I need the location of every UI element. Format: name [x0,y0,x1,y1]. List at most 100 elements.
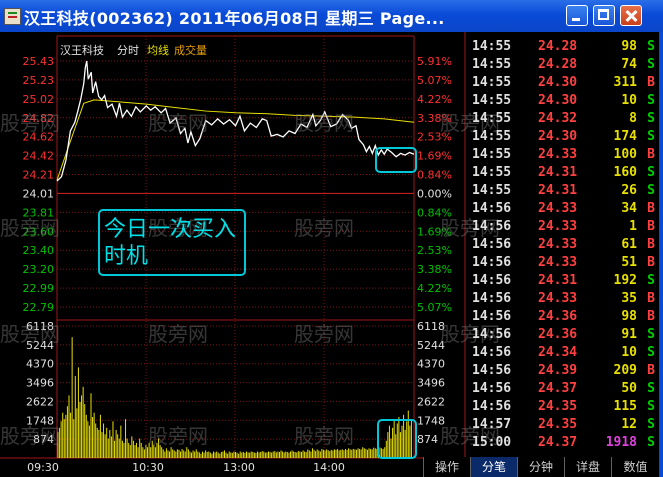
pct-tick-label: 5.07% [417,74,452,87]
tick-time: 14:55 [472,75,512,90]
tick-row[interactable]: 15:00 24.37 1918 S [466,434,659,452]
tick-side: S [647,129,655,144]
watermark-text: 股旁网 [294,424,354,448]
tick-row[interactable]: 14:56 24.39 209 B [466,362,659,380]
tick-vol: 160 [613,165,637,180]
tick-side: S [647,345,655,360]
tick-row[interactable]: 14:55 24.30 174 S [466,128,659,146]
price-tick-label: 22.79 [23,301,55,314]
price-tick-label: 23.40 [23,244,55,257]
tick-side: S [647,327,655,342]
tab-2[interactable]: 分钟 [517,457,564,477]
tick-row[interactable]: 14:55 24.28 98 S [466,38,659,56]
tick-vol: 61 [621,237,637,252]
tick-time: 14:55 [472,57,512,72]
tick-row[interactable]: 14:56 24.36 98 B [466,308,659,326]
volume-tick-label-right: 3496 [417,377,445,390]
tick-price: 24.30 [538,75,578,90]
tab-0[interactable]: 操作 [423,457,470,477]
tick-time: 14:56 [472,309,512,324]
tick-vol: 74 [621,57,637,72]
tick-vol: 10 [621,345,637,360]
tick-row[interactable]: 14:55 24.31 26 S [466,182,659,200]
tick-price: 24.33 [538,291,578,306]
tab-1[interactable]: 分笔 [470,457,517,477]
tick-row[interactable]: 14:56 24.34 10 S [466,344,659,362]
tick-side: B [647,75,655,90]
watermark-text: 股旁网 [294,216,354,240]
tick-vol: 192 [613,273,637,288]
tick-time: 14:55 [472,93,512,108]
price-tick-label: 25.02 [23,93,55,106]
maximize-icon[interactable] [593,5,615,26]
tick-row[interactable]: 14:55 24.30 10 S [466,92,659,110]
tick-row[interactable]: 14:56 24.35 115 S [466,398,659,416]
volume-tick-label-right: 2622 [417,395,445,408]
tick-vol: 1918 [605,435,637,450]
tick-vol: 34 [621,201,637,216]
tick-row[interactable]: 14:56 24.33 1 B [466,218,659,236]
tick-side: B [647,363,655,378]
tick-row[interactable]: 14:55 24.32 8 S [466,110,659,128]
tick-price: 24.36 [538,327,578,342]
tick-row[interactable]: 14:56 24.33 35 B [466,290,659,308]
legend-stock-name: 汉王科技 [60,43,104,57]
legend-volume: 成交量 [174,43,207,57]
tick-row[interactable]: 14:55 24.28 74 S [466,56,659,74]
tick-row[interactable]: 14:56 24.33 34 B [466,200,659,218]
tick-row[interactable]: 14:55 24.31 160 S [466,164,659,182]
minimize-icon[interactable] [566,5,588,26]
tick-vol: 91 [621,327,637,342]
watermark-text: 股旁网 [0,111,60,135]
tick-vol: 26 [621,183,637,198]
pct-tick-label: 3.38% [417,263,452,276]
tab-3[interactable]: 详盘 [564,457,611,477]
close-icon[interactable] [620,5,642,26]
tick-side: B [647,255,655,270]
pct-tick-label: 1.69% [417,150,452,163]
tab-4[interactable]: 数值 [611,457,659,477]
tick-price: 24.33 [538,237,578,252]
tick-price: 24.39 [538,363,578,378]
tick-list[interactable]: 14:55 24.28 98 S 14:55 24.28 74 S 14:55 24.30 311 B… [466,38,659,452]
tick-time: 14:55 [472,147,512,162]
tick-row[interactable]: 14:56 24.33 51 B [466,254,659,272]
tick-row[interactable]: 14:57 24.35 12 S [466,416,659,434]
tick-row[interactable]: 14:56 24.33 61 B [466,236,659,254]
tick-price: 24.31 [538,273,578,288]
tick-price: 24.34 [538,345,578,360]
tick-vol: 50 [621,381,637,396]
tick-time: 14:56 [472,381,512,396]
time-tick-label: 14:00 [313,461,345,474]
tick-side: B [647,309,655,324]
tick-vol: 10 [621,93,637,108]
tick-side: B [647,219,655,234]
tick-side: S [647,273,655,288]
price-tick-label: 24.01 [23,187,55,200]
tick-price: 24.35 [538,417,578,432]
watermark-text: 股旁网 [0,216,60,240]
tick-row[interactable]: 14:55 24.33 100 B [466,146,659,164]
pct-tick-label: 4.22% [417,282,452,295]
tick-row[interactable]: 14:56 24.37 50 S [466,380,659,398]
tick-vol: 12 [621,417,637,432]
tick-price: 24.33 [538,219,578,234]
watermark-text: 股旁网 [148,322,208,346]
tick-row[interactable]: 14:56 24.31 192 S [466,272,659,290]
tick-vol: 1 [629,219,637,234]
tick-row[interactable]: 14:55 24.30 311 B [466,74,659,92]
tick-side: B [647,147,655,162]
tick-price: 24.33 [538,255,578,270]
tick-vol: 115 [613,399,637,414]
tick-time: 14:56 [472,345,512,360]
tick-side: S [647,435,655,450]
watermark-text: 股旁网 [294,322,354,346]
tick-price: 24.35 [538,399,578,414]
volume-tick-label: 3496 [26,377,54,390]
pct-tick-label: 2.53% [417,244,452,257]
tick-vol: 100 [613,147,637,162]
pct-tick-label: 4.22% [417,93,452,106]
tick-row[interactable]: 14:56 24.36 91 S [466,326,659,344]
volume-bars [57,337,412,458]
tick-time: 14:57 [472,417,512,432]
